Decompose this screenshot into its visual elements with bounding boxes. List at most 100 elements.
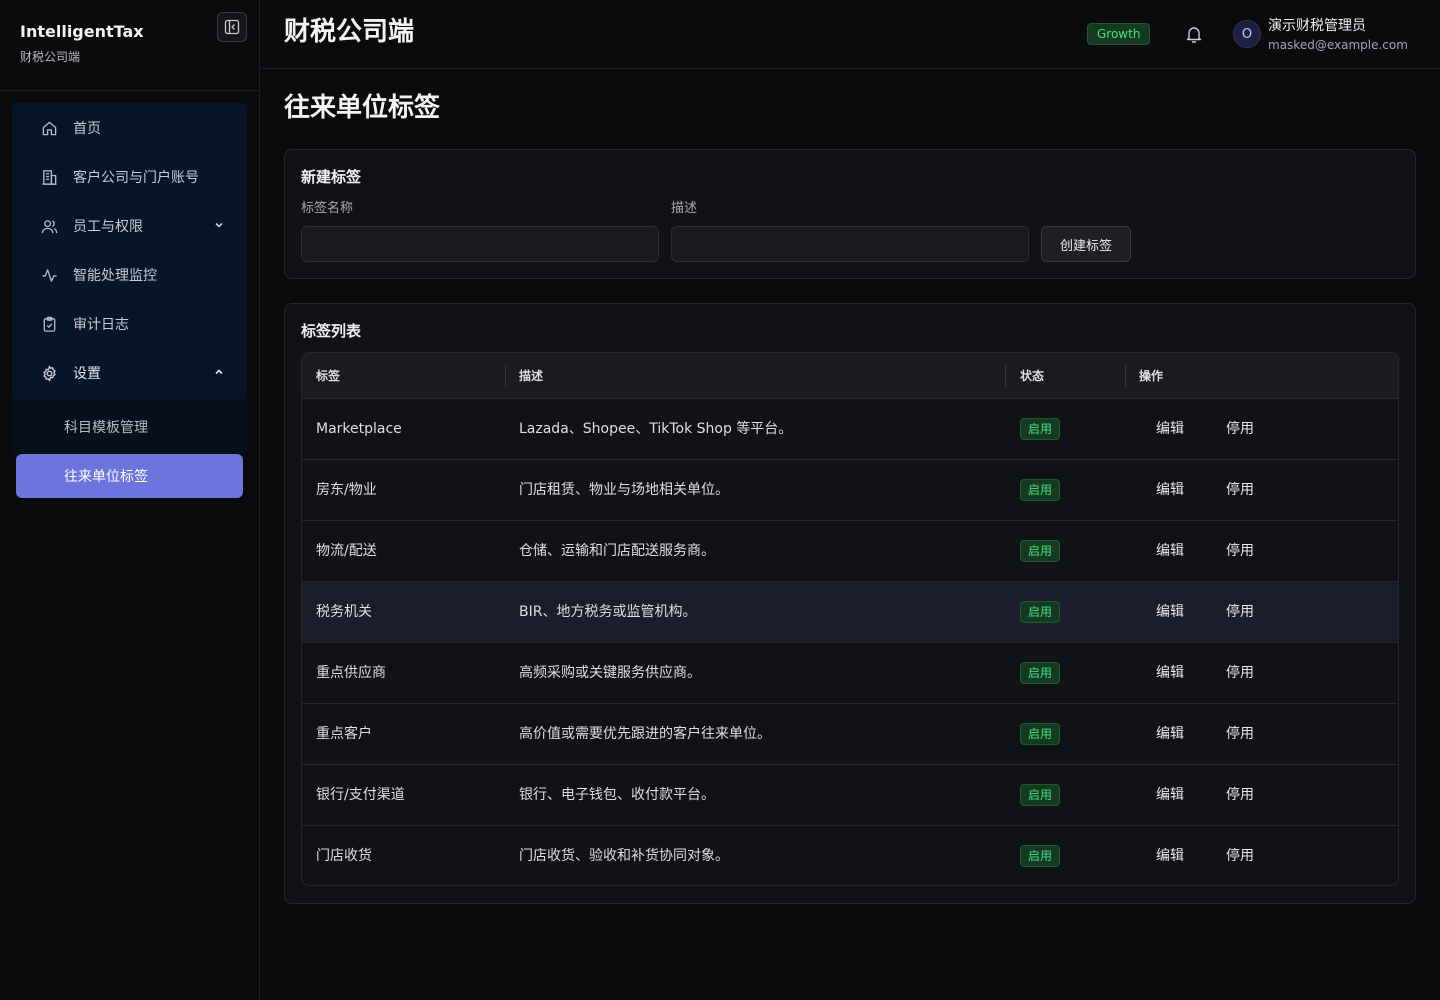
tag-table: 标签 描述 状态 操作 Marketplace Lazada、Shopee、Tik… [301,352,1399,886]
bell-icon [1186,27,1202,44]
tag-description-cell: 仓储、运输和门店配送服务商。 [519,543,715,559]
edit-button[interactable]: 编辑 [1156,399,1184,459]
tag-name-cell: 门店收货 [316,848,372,864]
edit-button[interactable]: 编辑 [1156,826,1184,885]
edit-button[interactable]: 编辑 [1156,643,1184,703]
status-badge: 启用 [1020,784,1061,806]
tag-list-title: 标签列表 [301,322,362,340]
table-row: 房东/物业 门店租赁、物业与场地相关单位。 启用 编辑 停用 [302,460,1398,521]
chevron-down-icon [215,222,223,228]
plan-badge: Growth [1087,23,1151,45]
tag-name-cell: 税务机关 [316,604,372,620]
disable-button[interactable]: 停用 [1226,643,1254,703]
sidebar: IntelligentTax 财税公司端 首页 客户公司与门户账号 员工与权限 … [0,0,260,1000]
disable-button[interactable]: 停用 [1226,582,1254,642]
table-row: 门店收货 门店收货、验收和补货协同对象。 启用 编辑 停用 [302,826,1398,885]
tag-description-cell: 高价值或需要优先跟进的客户往来单位。 [519,726,771,742]
tag-description-cell: Lazada、Shopee、TikTok Shop 等平台。 [519,421,793,437]
avatar[interactable]: O [1233,20,1261,48]
sidebar-item-label: 客户公司与门户账号 [73,170,199,186]
home-icon [40,119,58,137]
edit-button[interactable]: 编辑 [1156,704,1184,764]
sidebar-nav: 首页 客户公司与门户账号 员工与权限 智能处理监控 审计日志 设置 [12,103,247,400]
tag-name-cell: 重点客户 [316,726,372,742]
column-header-actions: 操作 [1139,369,1164,383]
status-badge: 启用 [1020,845,1061,867]
table-row: 税务机关 BIR、地方税务或监管机构。 启用 编辑 停用 [302,582,1398,643]
brand-title: IntelligentTax [20,22,144,41]
tag-name-input[interactable] [301,226,659,262]
tag-list-card: 标签列表 标签 描述 状态 操作 Marketplace Lazada、Shope… [284,303,1416,904]
column-header-status: 状态 [1020,369,1045,383]
table-header: 标签 描述 状态 操作 [302,353,1398,399]
status-badge: 启用 [1020,601,1061,623]
clipboard-icon [40,315,58,333]
disable-button[interactable]: 停用 [1226,399,1254,459]
column-header-description: 描述 [519,369,544,383]
edit-button[interactable]: 编辑 [1156,521,1184,581]
sidebar-item-settings[interactable]: 设置 [12,351,247,395]
subnav-item-account-templates[interactable]: 科目模板管理 [16,405,243,449]
brand-subtitle: 财税公司端 [20,50,81,64]
disable-button[interactable]: 停用 [1226,765,1254,825]
table-row: 物流/配送 仓储、运输和门店配送服务商。 启用 编辑 停用 [302,521,1398,582]
tag-name-cell: 银行/支付渠道 [316,787,405,803]
create-tag-button[interactable]: 创建标签 [1041,226,1131,262]
edit-button[interactable]: 编辑 [1156,460,1184,520]
status-badge: 启用 [1020,662,1061,684]
building-icon [40,168,58,186]
page-title: 往来单位标签 [284,93,441,123]
tag-name-cell: 房东/物业 [316,482,377,498]
brand: IntelligentTax 财税公司端 [20,20,144,65]
table-row: 银行/支付渠道 银行、电子钱包、收付款平台。 启用 编辑 停用 [302,765,1398,826]
disable-button[interactable]: 停用 [1226,704,1254,764]
status-badge: 启用 [1020,540,1061,562]
column-divider [1005,365,1006,387]
status-badge: 启用 [1020,418,1061,440]
edit-button[interactable]: 编辑 [1156,582,1184,642]
disable-button[interactable]: 停用 [1226,460,1254,520]
tag-name-cell: Marketplace [316,421,402,437]
tag-name-cell: 物流/配送 [316,543,377,559]
chevron-up-icon [215,369,223,375]
tag-description-cell: 门店收货、验收和补货协同对象。 [519,848,729,864]
user-name: 演示财税管理员 [1268,18,1366,34]
header-title: 财税公司端 [284,17,415,47]
sidebar-item-label: 设置 [73,366,101,382]
sidebar-item-audit-log[interactable]: 审计日志 [12,302,247,346]
tag-description-cell: BIR、地方税务或监管机构。 [519,604,697,620]
sidebar-item-label: 首页 [73,121,101,137]
tag-description-label: 描述 [671,201,698,216]
tag-name-cell: 重点供应商 [316,665,386,681]
sidebar-item-monitoring[interactable]: 智能处理监控 [12,253,247,297]
table-row: 重点客户 高价值或需要优先跟进的客户往来单位。 启用 编辑 停用 [302,704,1398,765]
column-divider [1125,365,1126,387]
sidebar-divider [0,90,259,91]
users-icon [40,217,58,235]
new-tag-card: 新建标签 标签名称 描述 创建标签 [284,149,1416,279]
status-badge: 启用 [1020,479,1061,501]
sidebar-item-home[interactable]: 首页 [12,106,247,150]
tag-description-cell: 银行、电子钱包、收付款平台。 [519,787,715,803]
sidebar-item-staff[interactable]: 员工与权限 [12,204,247,248]
tag-description-input[interactable] [671,226,1029,262]
subnav-item-counterparty-tags[interactable]: 往来单位标签 [16,454,243,498]
tag-description-cell: 高频采购或关键服务供应商。 [519,665,701,681]
sidebar-item-label: 审计日志 [73,317,129,333]
disable-button[interactable]: 停用 [1226,521,1254,581]
edit-button[interactable]: 编辑 [1156,765,1184,825]
gear-icon [40,364,58,382]
notification-button[interactable] [1184,24,1204,48]
column-header-tag: 标签 [316,369,341,383]
disable-button[interactable]: 停用 [1226,826,1254,885]
user-email: masked@example.com [1268,38,1408,52]
status-badge: 启用 [1020,723,1061,745]
activity-icon [40,266,58,284]
sidebar-collapse-icon [224,19,240,35]
tag-description-cell: 门店租赁、物业与场地相关单位。 [519,482,729,498]
sidebar-item-label: 智能处理监控 [73,268,157,284]
sidebar-item-label: 员工与权限 [73,219,143,235]
column-divider [505,365,506,387]
collapse-sidebar-button[interactable] [217,12,247,42]
sidebar-item-clients[interactable]: 客户公司与门户账号 [12,155,247,199]
